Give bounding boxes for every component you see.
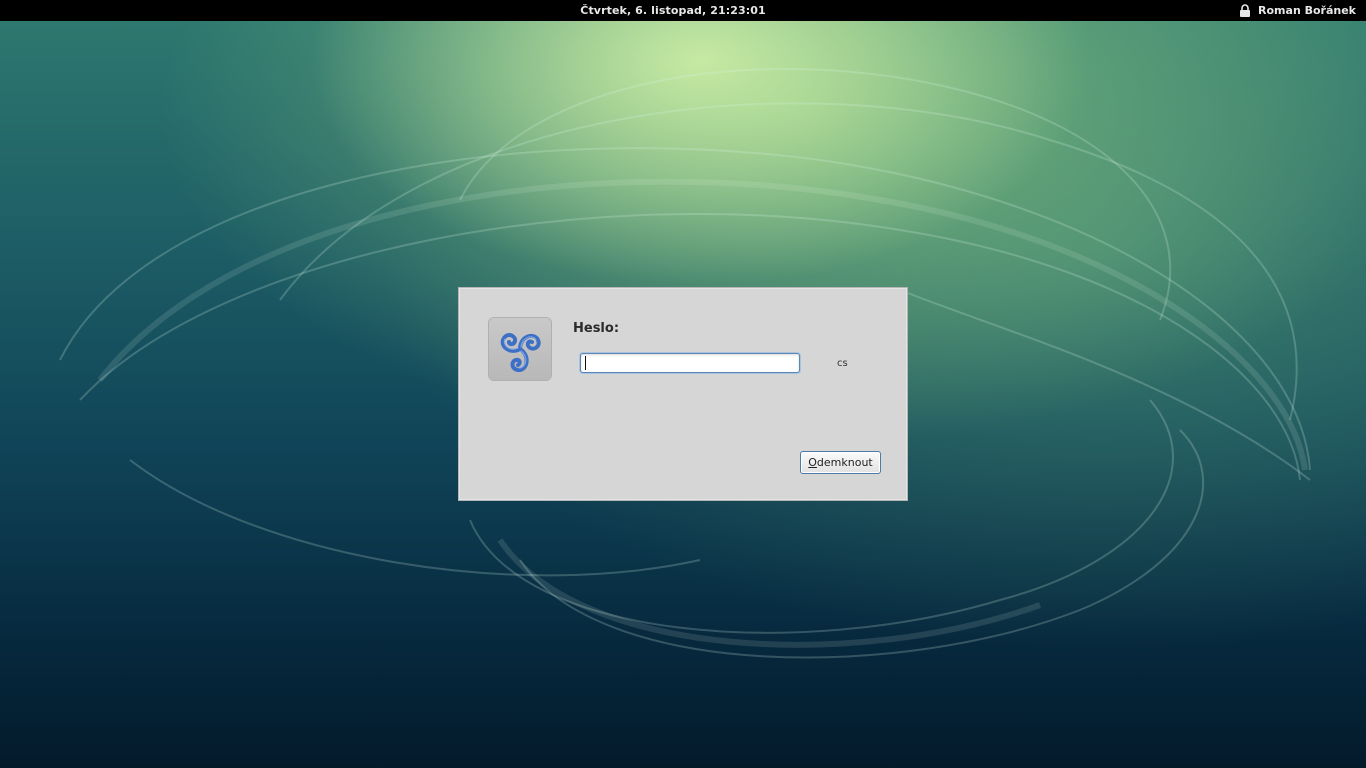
clock[interactable]: Čtvrtek, 6. listopad, 21:23:01 [0,0,1346,21]
lock-icon [1240,4,1251,17]
password-label: Heslo: [573,321,620,336]
text-cursor [585,356,586,370]
unlock-button-mnemonic: O [808,456,817,469]
user-name: Roman Bořánek [1258,4,1356,17]
unlock-button-label: demknout [816,456,873,469]
top-panel: Čtvrtek, 6. listopad, 21:23:01 Roman Boř… [0,0,1366,21]
unlock-button[interactable]: Odemknout [800,451,881,474]
user-menu[interactable]: Roman Bořánek [1239,0,1356,21]
triskelion-logo-icon [489,318,551,380]
password-input[interactable] [580,353,800,373]
unlock-dialog: Heslo: cs Odemknout [458,287,908,501]
keyboard-layout-indicator[interactable]: cs [837,358,848,369]
